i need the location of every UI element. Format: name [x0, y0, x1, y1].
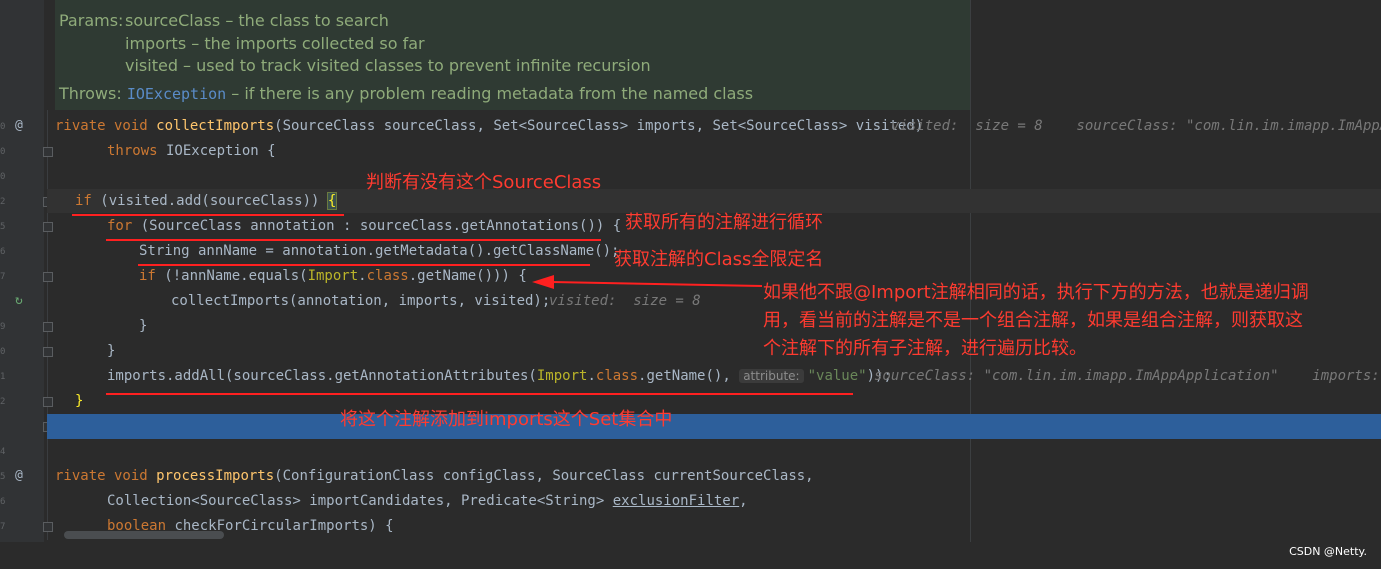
debug-inline-value: visited: size = 8: [549, 293, 701, 309]
doc-throws-line: Throws: IOException – if there is any pr…: [59, 84, 753, 103]
annotation-text: 将这个注解添加到imports这个Set集合中: [340, 409, 673, 430]
right-margin-guide: [970, 0, 971, 542]
gutter-line-number: 5: [0, 472, 6, 482]
fold-marker-icon[interactable]: [43, 347, 53, 357]
code-line[interactable]: rivate void collectImports(SourceClass s…: [55, 118, 923, 134]
gutter-line-number: 5: [0, 222, 6, 232]
gutter-line-number: 7: [0, 272, 6, 282]
annotation-arrow: [532, 275, 763, 289]
matched-brace: {: [326, 192, 338, 210]
fold-marker-icon[interactable]: [43, 272, 53, 282]
code-line[interactable]: if (visited.add(sourceClass)) {: [75, 192, 338, 210]
annotation-underline: [72, 214, 344, 216]
doc-throws-desc: – if there is any problem reading metada…: [226, 84, 754, 103]
watermark: CSDN @Netty.: [1289, 545, 1367, 558]
gutter-line-number: 7: [0, 522, 6, 532]
gutter-line-number: 0: [0, 147, 6, 157]
fold-marker-icon[interactable]: [43, 397, 53, 407]
gutter-line-number: 2: [0, 397, 6, 407]
code-line[interactable]: collectImports(annotation, imports, visi…: [171, 293, 550, 309]
fold-marker-icon[interactable]: [43, 147, 53, 157]
gutter-line-number: 4: [0, 447, 6, 457]
editor-bottom-bar: [0, 542, 1381, 569]
gutter-line-number: 0: [0, 122, 6, 132]
doc-param-imports: imports – the imports collected so far: [125, 34, 425, 53]
override-at-icon[interactable]: @: [15, 118, 23, 133]
editor-gutter: [0, 0, 44, 542]
gutter-line-number: 0: [0, 172, 6, 182]
gutter-line-number: 6: [0, 247, 6, 257]
annotation-underline: [138, 264, 590, 266]
code-line[interactable]: }: [75, 393, 83, 409]
code-line[interactable]: String annName = annotation.getMetadata(…: [139, 243, 619, 259]
code-line[interactable]: rivate void processImports(Configuration…: [55, 468, 814, 484]
code-line[interactable]: throws IOException {: [107, 143, 276, 159]
debug-inline-value: visited: size = 8 sourceClass: "com.lin.…: [891, 118, 1381, 134]
gutter-line-number: 6: [0, 497, 6, 507]
override-at-icon[interactable]: @: [15, 468, 23, 483]
code-line[interactable]: }: [139, 318, 147, 334]
annotation-text: 获取所有的注解进行循环: [625, 212, 823, 233]
gutter-line-number: 0: [0, 347, 6, 357]
doc-exception-link[interactable]: IOException: [127, 85, 226, 103]
code-line[interactable]: Collection<SourceClass> importCandidates…: [107, 493, 748, 509]
gutter-line-number: 9: [0, 322, 6, 332]
doc-params-label: Params:: [59, 11, 124, 30]
code-line[interactable]: imports.addAll(sourceClass.getAnnotation…: [107, 368, 892, 384]
code-line[interactable]: for (SourceClass annotation : sourceClas…: [107, 218, 621, 234]
doc-throws-label: Throws:: [59, 84, 122, 103]
fold-marker-icon[interactable]: [43, 522, 53, 532]
code-line[interactable]: }: [107, 343, 115, 359]
javadoc-block: Params: sourceClass – the class to searc…: [55, 0, 970, 110]
fold-marker-icon[interactable]: [43, 222, 53, 232]
recursion-icon[interactable]: ↻: [15, 293, 23, 308]
doc-param-sourceclass: sourceClass – the class to search: [125, 11, 389, 30]
debug-inline-value: sourceClass: "com.lin.im.imapp.ImAppAppl…: [874, 368, 1381, 384]
annotation-underline: [106, 239, 601, 241]
annotation-text: 如果他不跟@Import注解相同的话，执行下方的方法，也就是递归调 用，看当前的…: [763, 282, 1309, 359]
gutter-line-number: 2: [0, 197, 6, 207]
code-line[interactable]: if (!annName.equals(Import.class.getName…: [139, 268, 527, 284]
parameter-name-hint: attribute:: [739, 369, 804, 383]
annotation-text: 获取注解的Class全限定名: [614, 249, 824, 270]
horizontal-scrollbar[interactable]: [64, 531, 224, 539]
doc-param-visited: visited – used to track visited classes …: [125, 56, 651, 75]
annotation-underline: [106, 393, 853, 395]
gutter-line-number: 1: [0, 372, 6, 382]
selected-line: [47, 414, 1381, 439]
annotation-text: 判断有没有这个SourceClass: [366, 172, 602, 193]
fold-marker-icon[interactable]: [43, 322, 53, 332]
